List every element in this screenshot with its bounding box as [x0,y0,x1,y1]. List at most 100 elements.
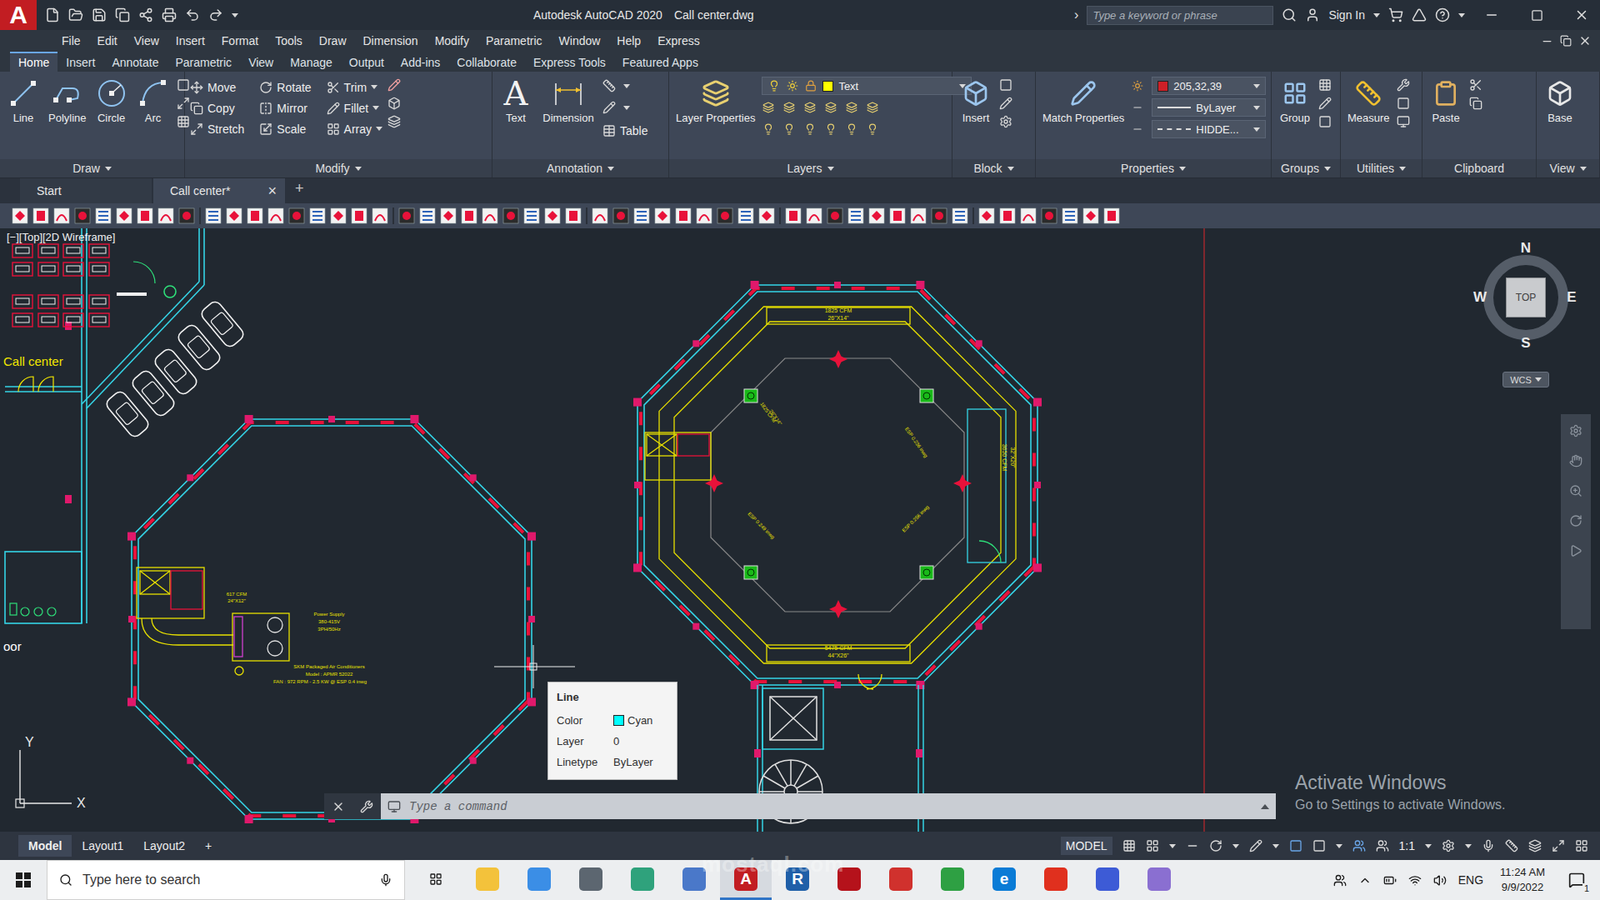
close-tab-button[interactable]: × [267,182,277,200]
car-icon[interactable] [199,299,246,350]
toolbar-tool-icon[interactable] [246,207,264,225]
input-language[interactable]: ENG [1458,873,1484,887]
drawing-annotation[interactable]: Call center [3,354,64,369]
panel-label[interactable]: View [1536,159,1600,178]
file-tab[interactable]: Start [20,178,152,204]
menu-item[interactable]: Express [649,34,709,48]
toolbar-tool-icon[interactable] [951,207,969,225]
ribbon-tab[interactable]: Collaborate [448,51,525,72]
toolbar-tool-icon[interactable] [523,207,540,225]
exterior-wall[interactable] [5,228,205,624]
orbit-icon[interactable] [1569,514,1583,528]
lineweight-dropdown[interactable]: ByLayer [1151,98,1266,117]
dropdown-caret-icon[interactable] [623,84,630,89]
layer-state-icon[interactable] [824,122,838,136]
modify-tool[interactable]: Stretch [190,118,245,140]
dropdown-caret-icon[interactable] [1580,166,1587,171]
measure-tool[interactable]: Measure [1345,76,1392,125]
toolbar-tool-icon[interactable] [330,207,347,225]
toolbar-tool-icon[interactable] [675,207,692,225]
viewport-controls[interactable]: [−][Top][2D Wireframe] [6,230,115,244]
toolbar-tool-icon[interactable] [460,207,478,225]
match-properties-tool[interactable]: Match Properties [1040,76,1126,125]
drawing-annotation[interactable]: 24"X12" [227,598,246,604]
menu-item[interactable]: Edit [89,34,126,48]
taskbar-app[interactable]: e [978,860,1030,900]
supply-duct-ring[interactable] [659,306,1016,664]
toolbar-tool-icon[interactable] [633,207,650,225]
menu-item[interactable]: File [53,34,90,48]
modify-tool-icon[interactable] [326,101,340,115]
toolbar-tool-icon[interactable] [612,207,630,225]
taskbar-app[interactable] [926,860,979,900]
chair-icon[interactable] [12,313,33,327]
car-icon[interactable] [104,389,151,440]
expand-arrow[interactable]: › [1074,7,1079,23]
dropdown-caret-icon[interactable] [1253,84,1260,89]
dropdown-caret-icon[interactable] [375,126,383,131]
microphone-icon[interactable] [379,873,393,887]
minimize-button[interactable] [1473,0,1510,30]
compass-letter[interactable]: N [1517,240,1535,257]
ortho-icon[interactable] [1185,839,1200,853]
taskbar-app[interactable] [1081,860,1134,900]
toolbar-tool-icon[interactable] [225,207,243,225]
help-search-input[interactable]: Type a keyword or phrase [1086,5,1274,25]
clean-screen-icon[interactable] [1551,839,1565,853]
search-icon[interactable] [1281,7,1297,23]
layer-dropdown[interactable]: Text [761,76,972,95]
menu-item[interactable]: Tools [266,34,311,48]
save-as-icon[interactable] [115,7,130,23]
offset-icon[interactable] [387,115,401,129]
dropdown-caret-icon[interactable] [1535,377,1542,382]
toolbar-tool-icon[interactable] [758,207,775,225]
door-swing[interactable] [18,261,155,392]
chair-icon[interactable] [89,295,110,309]
menu-item[interactable]: Help [608,34,650,48]
command-prompt-icon[interactable] [387,800,401,814]
layout-tab[interactable]: + [195,835,222,857]
hatch-icon[interactable] [176,115,190,129]
mechanical-room[interactable] [645,409,1006,690]
ribbon-tab[interactable]: Output [340,51,393,72]
drawing-annotation[interactable]: 26"X14" [827,315,850,321]
modify-tool-icon[interactable] [190,101,204,115]
insert-block-tool[interactable]: Insert [957,76,995,125]
toolbar-tool-icon[interactable] [716,207,734,225]
compass-letter[interactable]: E [1563,289,1580,306]
rectangle-icon[interactable] [176,78,190,92]
new-tab-button[interactable]: + [286,178,313,204]
modify-tool-icon[interactable] [326,80,340,95]
modify-tool[interactable]: Mirror [259,97,311,119]
autodesk-app-icon[interactable] [1411,7,1427,23]
layer-properties-tool[interactable]: Layer Properties [674,76,757,125]
toolbar-tool-icon[interactable] [654,207,671,225]
layer-tool-icon[interactable] [824,100,838,115]
menu-item[interactable]: Parametric [477,34,551,48]
file-tab[interactable]: Call center*× [153,178,285,204]
toolbar-tool-icon[interactable] [930,207,948,225]
toolbar-tool-icon[interactable] [371,207,389,225]
drawing-annotation[interactable]: ESP 0.256 inwg [900,504,930,533]
isodraft-icon[interactable] [1249,839,1263,853]
layer-thaw-icon[interactable] [785,79,800,93]
ribbon-tab[interactable]: View [240,51,282,72]
equipment-symbol[interactable] [10,603,56,616]
layer-on-icon[interactable] [767,79,781,93]
chair-icon[interactable] [38,244,59,258]
layout-tab[interactable]: Layout2 [133,835,195,857]
drawing-annotation[interactable]: 5475 CFM [825,645,853,651]
taskbar-app[interactable] [1133,860,1185,900]
close-button[interactable] [1563,0,1600,30]
dropdown-caret-icon[interactable] [1458,13,1465,18]
toolbar-tool-icon[interactable] [95,207,112,225]
drawing-annotation[interactable]: 3650 CFM [1001,444,1008,472]
drawing-annotation[interactable]: 44"X26" [827,652,850,659]
taskbar-app[interactable] [513,860,565,900]
drawing-annotation[interactable]: 3PH/50Hz [317,626,340,632]
drawing-annotation[interactable]: 26"X14" [768,408,783,426]
layer-state-icon[interactable] [803,122,817,136]
ribbon-tab[interactable]: Annotate [103,51,167,72]
toolbar-tool-icon[interactable] [565,207,582,225]
notification-center[interactable]: 1 [1561,865,1592,895]
